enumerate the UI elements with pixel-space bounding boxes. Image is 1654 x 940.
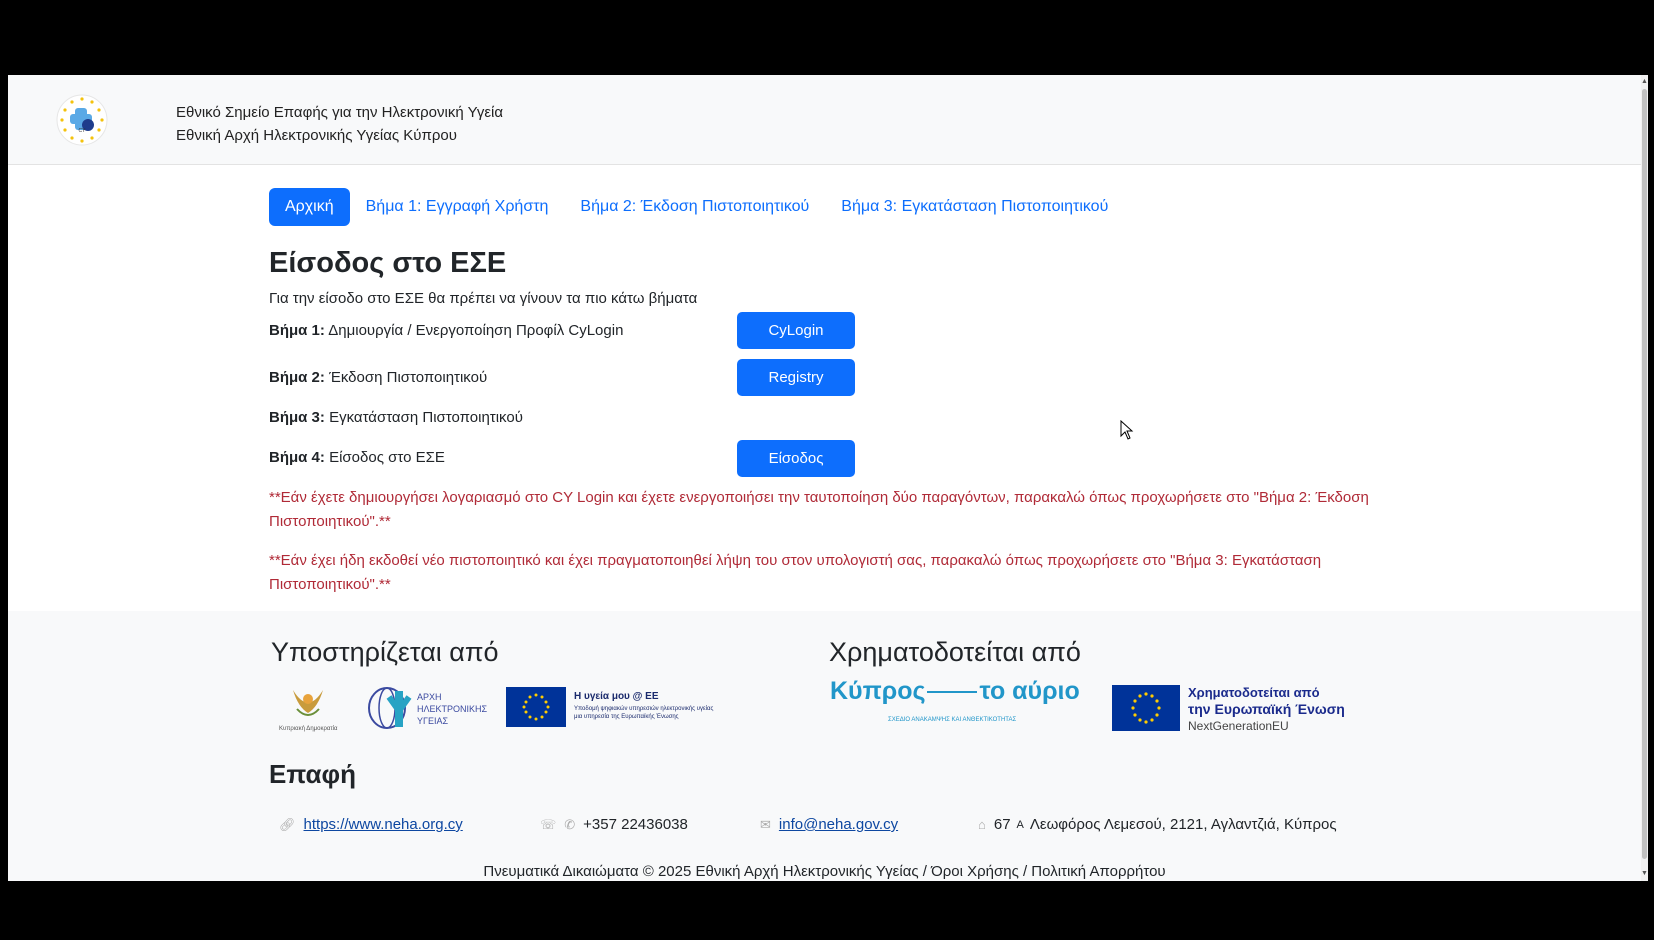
contact-address: ⌂ 67 A Λεωφόρος Λεμεσού, 2121, Αγλαντζιά…	[978, 816, 1337, 833]
page-title: Είσοδος στο ΕΣΕ	[269, 247, 507, 279]
site-footer: Υποστηρίζεται από Χρηματοδοτείται από Κυ…	[8, 611, 1641, 881]
intro-text: Για την είσοδο στο ΕΣΕ θα πρέπει να γίνο…	[269, 290, 698, 307]
copyright-text: Πνευματικά Δικαιώματα © 2025 Εθνική Αρχή…	[483, 863, 1166, 880]
contact-phone: ☏ ✆ +357 22436038	[540, 816, 688, 833]
step-4-label: Βήμα 4:	[269, 449, 325, 466]
step-1-row: Βήμα 1: Δημιουργία / Ενεργοποίηση Προφίλ…	[269, 321, 623, 341]
step-2-label: Βήμα 2:	[269, 369, 325, 386]
tab-home[interactable]: Αρχική	[269, 188, 350, 226]
phone-number: +357 22436038	[583, 816, 688, 833]
authority-logo-line-3: ΥΓΕΙΑΣ	[417, 716, 449, 726]
contact-heading: Επαφή	[269, 759, 356, 789]
scroll-down-icon[interactable]: ▼	[1641, 869, 1648, 879]
mobile-icon: ✆	[564, 816, 576, 832]
step-4-row: Βήμα 4: Είσοδος στο ΕΣΕ	[269, 448, 445, 468]
website-link[interactable]: https://www.neha.org.cy	[304, 816, 463, 833]
cyprus-republic-logo[interactable]: Κυπριακή Δημοκρατία	[273, 685, 343, 735]
authority-logo-line-2: ΗΛΕΚΤΡΟΝΙΚΗΣ	[417, 704, 488, 714]
step-2-row: Βήμα 2: Έκδοση Πιστοποιητικού	[269, 368, 487, 388]
phone-icon: ☏	[540, 816, 557, 832]
eu-funded-text: Χρηματοδοτείται από την Ευρωπαϊκή Ένωση …	[1188, 684, 1345, 735]
address-number: 67	[993, 816, 1011, 833]
eu-flag-nextgen-icon	[1112, 685, 1180, 731]
kypros-avrio-word-2: το αύριο	[979, 677, 1080, 705]
main-content: Είσοδος στο ΕΣΕ Για την είσοδο στο ΕΣΕ θ…	[269, 245, 1399, 593]
page-scrollbar[interactable]: ▲ ▼	[1641, 75, 1648, 881]
step-1-label: Βήμα 1:	[269, 322, 325, 339]
contact-website: 🔗︎ https://www.neha.org.cy	[279, 816, 463, 833]
step-tabs: Αρχική Βήμα 1: Εγγραφή Χρήστη Βήμα 2: Έκ…	[269, 188, 1124, 226]
cyprus-republic-caption: Κυπριακή Δημοκρατία	[279, 726, 338, 732]
note-cylogin: **Εάν έχετε δημιουργήσει λογαριασμό στο …	[269, 489, 1369, 530]
step-3-text: Εγκατάσταση Πιστοποιητικού	[329, 409, 523, 426]
step-2-text: Έκδοση Πιστοποιητικού	[329, 369, 488, 386]
location-icon: ⌂	[978, 817, 986, 832]
funded-by-heading: Χρηματοδοτείται από	[829, 637, 1081, 667]
agency-line-1: Εθνικό Σημείο Επαφής για την Ηλεκτρονική…	[176, 104, 504, 121]
registry-button[interactable]: Registry	[737, 359, 855, 396]
site-logo[interactable]: CY	[54, 89, 110, 151]
login-button[interactable]: Είσοδος	[737, 440, 855, 477]
myhealth-sub-2: μια υπηρεσία της Ευρωπαϊκής Ένωσης	[574, 714, 679, 720]
scrollbar-thumb[interactable]	[1642, 89, 1647, 859]
address-suffix: A	[1016, 818, 1024, 831]
email-icon: ✉	[760, 816, 771, 832]
step-3-row: Βήμα 3: Εγκατάσταση Πιστοποιητικού	[269, 408, 523, 428]
agency-name: Εθνικό Σημείο Επαφής για την Ηλεκτρονική…	[176, 101, 503, 147]
myhealth-title: Η υγεία μου @ ΕΕ	[574, 691, 659, 702]
note-certificate: **Εάν έχει ήδη εκδοθεί νέο πιστοποιητικό…	[269, 552, 1322, 593]
agency-line-2: Εθνική Αρχή Ηλεκτρονικής Υγείας Κύπρου	[176, 127, 457, 144]
step-1-text: Δημιουργία / Ενεργοποίηση Προφίλ CyLogin	[328, 322, 624, 339]
authority-logo-line-1: ΑΡΧΗ	[417, 692, 442, 702]
svg-text:CY: CY	[79, 128, 87, 134]
email-link[interactable]: info@neha.gov.cy	[779, 816, 898, 833]
site-header: CY Εθνικό Σημείο Επαφής για την Ηλεκτρον…	[8, 75, 1641, 165]
contact-email: ✉ info@neha.gov.cy	[760, 816, 898, 833]
eu-funded-line-3: NextGenerationEU	[1188, 719, 1289, 733]
tab-step-3[interactable]: Βήμα 3: Εγκατάσταση Πιστοποιητικού	[825, 188, 1124, 226]
kypros-avrio-logo[interactable]: Κύπρος το αύριο	[830, 677, 1080, 706]
scroll-up-icon[interactable]: ▲	[1641, 77, 1648, 87]
eu-funded-line-1: Χρηματοδοτείται από	[1188, 685, 1320, 700]
address-text: Λεωφόρος Λεμεσού, 2121, Αγλαντζιά, Κύπρο…	[1029, 816, 1337, 833]
tab-step-1[interactable]: Βήμα 1: Εγγραφή Χρήστη	[350, 188, 565, 226]
mouse-cursor-icon	[1120, 420, 1134, 440]
kypros-avrio-word-1: Κύπρος	[830, 677, 926, 705]
tab-step-2[interactable]: Βήμα 2: Έκδοση Πιστοποιητικού	[564, 188, 825, 226]
step-3-label: Βήμα 3:	[269, 409, 325, 426]
authority-logo[interactable]: ΑΡΧΗ ΗΛΕΚΤΡΟΝΙΚΗΣ ΥΓΕΙΑΣ	[365, 685, 487, 735]
cylogin-button[interactable]: CyLogin	[737, 312, 855, 349]
link-icon: 🔗︎	[279, 816, 296, 832]
myhealth-sub-1: Υποδομή ψηφιακών υπηρεσιών ηλεκτρονικής …	[574, 706, 714, 712]
kypros-avrio-sub: ΣΧΕΔΙΟ ΑΝΑΚΑΜΨΗΣ ΚΑΙ ΑΝΘΕΚΤΙΚΟΤΗΤΑΣ	[888, 717, 1017, 723]
step-4-text: Είσοδος στο ΕΣΕ	[329, 449, 445, 466]
eu-flag-icon	[506, 687, 566, 727]
supported-by-heading: Υποστηρίζεται από	[271, 637, 499, 667]
authority-logo-text: ΑΡΧΗ ΗΛΕΚΤΡΟΝΙΚΗΣ ΥΓΕΙΑΣ	[417, 691, 487, 727]
browser-viewport: CY Εθνικό Σημείο Επαφής για την Ηλεκτρον…	[8, 75, 1648, 881]
eu-funded-line-2: την Ευρωπαϊκή Ένωση	[1188, 701, 1345, 717]
